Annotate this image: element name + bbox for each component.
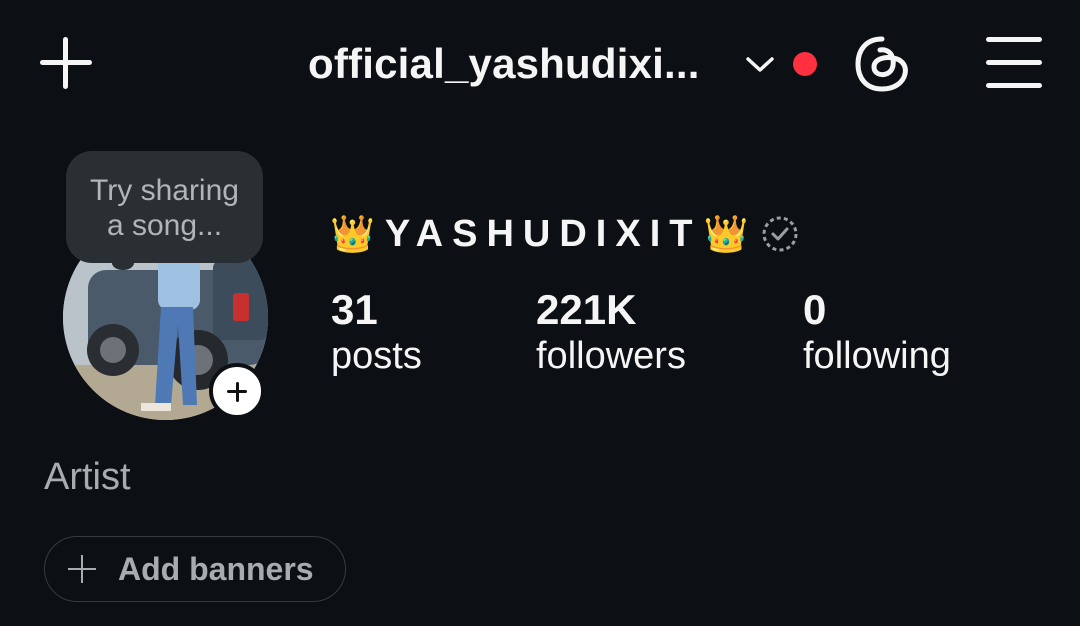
- create-plus-icon[interactable]: [36, 33, 96, 93]
- posts-label: posts: [331, 335, 422, 377]
- add-banners-label: Add banners: [118, 550, 314, 587]
- plus-icon: [68, 555, 96, 583]
- note-text-line2: a song...: [106, 209, 223, 242]
- following-label: following: [803, 335, 951, 377]
- note-text-line1: Try sharing: [90, 174, 239, 207]
- chevron-down-icon[interactable]: [744, 50, 776, 78]
- following-count: 0: [803, 286, 827, 333]
- display-name-row: 👑 YASHUDIXIT 👑: [330, 210, 800, 258]
- meta-verified-dashed-icon[interactable]: [760, 214, 800, 254]
- posts-stat[interactable]: 31 posts: [331, 286, 422, 378]
- add-story-button[interactable]: [209, 363, 265, 419]
- menu-icon[interactable]: [986, 37, 1044, 89]
- followers-stat[interactable]: 221K followers: [536, 286, 686, 378]
- account-username[interactable]: official_yashudixi...: [308, 40, 700, 88]
- profile-category: Artist: [44, 456, 131, 498]
- followers-label: followers: [536, 335, 686, 377]
- threads-icon[interactable]: [852, 34, 912, 94]
- add-banners-button[interactable]: Add banners: [44, 536, 346, 602]
- following-stat[interactable]: 0 following: [803, 286, 951, 378]
- notification-dot: [793, 52, 817, 76]
- note-bubble[interactable]: Try sharing a song...: [66, 151, 263, 263]
- crown-emoji-right: 👑: [703, 213, 749, 254]
- display-name: YASHUDIXIT: [384, 212, 702, 255]
- crown-emoji-left: 👑: [330, 213, 375, 254]
- followers-count: 221K: [536, 286, 637, 333]
- posts-count: 31: [331, 286, 378, 333]
